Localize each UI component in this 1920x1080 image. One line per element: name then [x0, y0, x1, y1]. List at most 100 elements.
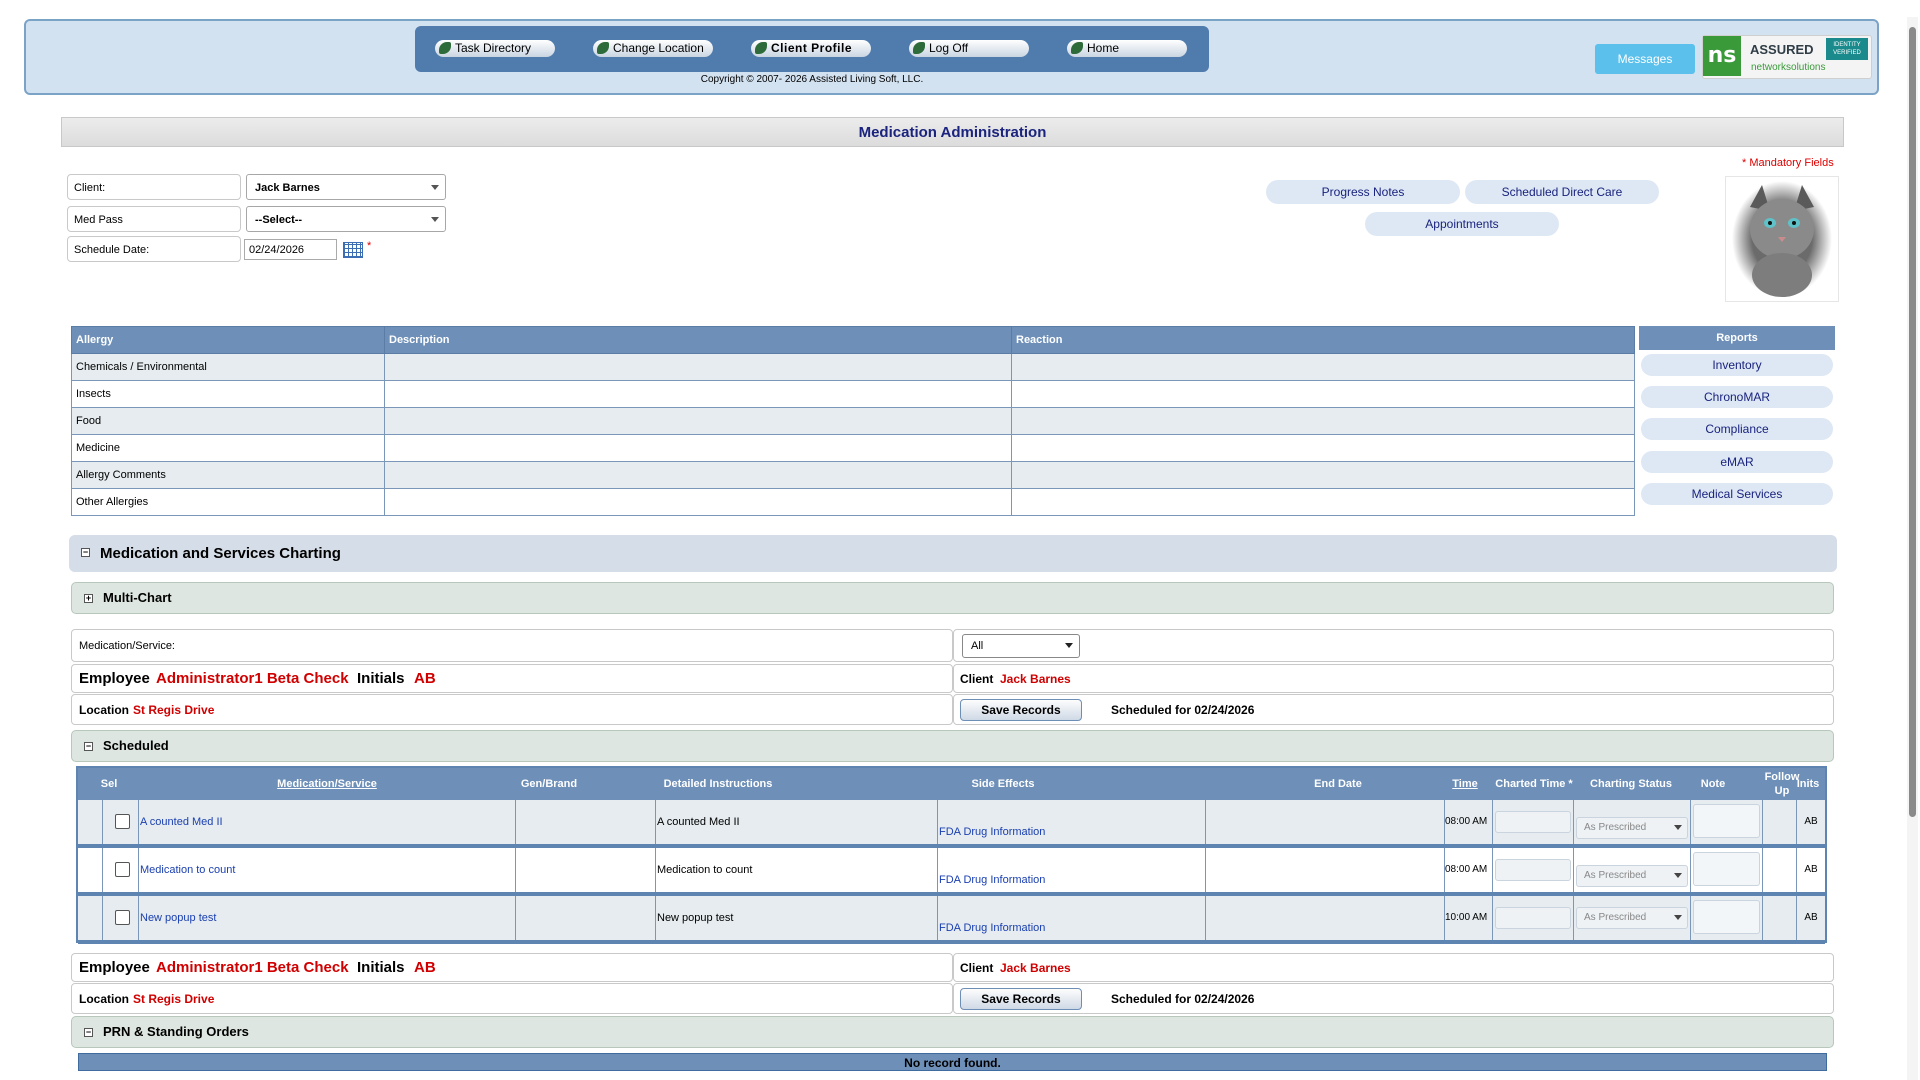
charted-time-cell	[1493, 896, 1574, 940]
medication-link[interactable]: New popup test	[139, 896, 516, 940]
medication-filter-select[interactable]: All	[962, 634, 1080, 658]
col-instructions: Detailed Instructions	[663, 778, 773, 790]
save-records-button[interactable]: Save Records	[960, 699, 1082, 721]
collapse-icon[interactable]: −	[81, 548, 90, 557]
sel-cell	[103, 896, 139, 940]
chevron-down-icon	[431, 217, 439, 222]
table-row: A counted Med II A counted Med II FDA Dr…	[78, 800, 1825, 848]
nav-client-profile[interactable]: Client Profile	[751, 40, 871, 57]
col-side-effects: Side Effects	[971, 778, 1035, 790]
scheduled-direct-care-link[interactable]: Scheduled Direct Care	[1465, 180, 1659, 204]
time-cell: 08:00 AM	[1445, 848, 1493, 892]
initials-value: AB	[414, 670, 436, 687]
medpass-select[interactable]: --Select--	[246, 206, 446, 232]
table-row: Medicine	[71, 434, 1635, 462]
row-checkbox[interactable]	[115, 814, 130, 829]
chevron-down-icon	[1065, 643, 1073, 648]
nav-change-location[interactable]: Change Location	[593, 40, 713, 57]
location-name: St Regis Drive	[133, 992, 215, 1006]
schedule-date-input[interactable]: 02/24/2026	[244, 239, 337, 260]
expand-icon[interactable]: +	[84, 594, 93, 603]
messages-button[interactable]: Messages	[1595, 44, 1695, 74]
scrollbar-thumb[interactable]	[1909, 27, 1916, 817]
appointments-link[interactable]: Appointments	[1365, 212, 1559, 236]
initials-label: Initials	[357, 959, 405, 976]
leaf-icon	[439, 42, 451, 54]
status-value: As Prescribed	[1584, 912, 1647, 923]
charting-section-header[interactable]: − Medication and Services Charting	[69, 535, 1837, 572]
client-cell: Client Jack Barnes	[953, 664, 1834, 693]
chevron-down-icon	[1674, 915, 1682, 920]
instructions-cell: New popup test	[656, 896, 938, 940]
charting-status-select[interactable]: As Prescribed	[1576, 865, 1688, 887]
note-cell	[1691, 800, 1763, 844]
multi-chart-section[interactable]: + Multi-Chart	[71, 582, 1834, 614]
status-cell: As Prescribed	[1574, 896, 1691, 940]
note-textarea[interactable]	[1693, 852, 1760, 886]
col-medication[interactable]: Medication/Service	[140, 768, 514, 800]
save-cell: Save Records Scheduled for 02/24/2026	[953, 983, 1834, 1014]
time-cell: 10:00 AM	[1445, 896, 1493, 940]
report-inventory[interactable]: Inventory	[1641, 354, 1833, 376]
col-sel: Sel	[100, 778, 118, 790]
nav-home[interactable]: Home	[1067, 40, 1187, 57]
report-medical-services[interactable]: Medical Services	[1641, 483, 1833, 505]
location-name: St Regis Drive	[133, 703, 215, 717]
allergy-reaction	[1011, 488, 1635, 516]
medication-link[interactable]: Medication to count	[139, 848, 516, 892]
filter-select-cell: All	[953, 629, 1834, 662]
row-checkbox[interactable]	[115, 862, 130, 877]
allergy-name: Other Allergies	[71, 488, 385, 516]
progress-notes-link[interactable]: Progress Notes	[1266, 180, 1460, 204]
report-compliance[interactable]: Compliance	[1641, 418, 1833, 440]
table-row: Allergy Comments	[71, 461, 1635, 489]
filter-value: All	[971, 640, 984, 652]
save-records-button[interactable]: Save Records	[960, 988, 1082, 1010]
mandatory-note: * Mandatory Fields	[1742, 157, 1834, 169]
nav-log-off[interactable]: Log Off	[909, 40, 1029, 57]
leaf-icon	[1071, 42, 1083, 54]
col-time[interactable]: Time	[1445, 768, 1485, 800]
note-textarea[interactable]	[1693, 900, 1760, 934]
nav-task-directory[interactable]: Task Directory	[435, 40, 555, 57]
note-cell	[1691, 896, 1763, 940]
row-spacer	[78, 848, 103, 892]
location-label: Location	[79, 703, 129, 717]
instructions-cell: A counted Med II	[656, 800, 938, 844]
allergy-table: Allergy Description Reaction Chemicals /…	[71, 326, 1635, 516]
allergy-reaction	[1011, 434, 1635, 462]
charted-time-input[interactable]	[1495, 811, 1571, 833]
time-cell: 08:00 AM	[1445, 800, 1493, 844]
instructions-cell: Medication to count	[656, 848, 938, 892]
required-marker: *	[367, 240, 372, 252]
allergy-description	[384, 488, 1012, 516]
collapse-icon[interactable]: −	[84, 742, 93, 751]
allergy-reaction	[1011, 461, 1635, 489]
nav-label: Task Directory	[455, 41, 532, 55]
badge-name: networksolutions	[1751, 62, 1826, 73]
col-end-date: End Date	[1314, 778, 1362, 790]
allergy-header: Allergy	[71, 326, 385, 354]
note-textarea[interactable]	[1693, 804, 1760, 838]
client-select[interactable]: Jack Barnes	[246, 174, 446, 200]
leaf-icon	[755, 42, 767, 54]
row-checkbox[interactable]	[115, 910, 130, 925]
medication-link[interactable]: A counted Med II	[139, 800, 516, 844]
collapse-icon[interactable]: −	[84, 1028, 93, 1037]
fda-link[interactable]: FDA Drug Information	[939, 906, 1045, 950]
employee-label: Employee	[79, 959, 150, 976]
prn-section[interactable]: − PRN & Standing Orders	[71, 1016, 1834, 1048]
report-emar[interactable]: eMAR	[1641, 451, 1833, 473]
side-effects-cell: FDA Drug Information	[938, 800, 1206, 844]
charted-time-input[interactable]	[1495, 907, 1571, 929]
allergy-reaction	[1011, 407, 1635, 435]
badge-assured: ASSURED	[1750, 42, 1814, 57]
charted-time-cell	[1493, 800, 1574, 844]
calendar-icon[interactable]	[343, 242, 363, 258]
charting-status-select[interactable]: As Prescribed	[1576, 907, 1688, 929]
reports-header: Reports	[1639, 326, 1835, 350]
report-chronomar[interactable]: ChronoMAR	[1641, 386, 1833, 408]
charting-status-select[interactable]: As Prescribed	[1576, 817, 1688, 839]
scheduled-section[interactable]: − Scheduled	[71, 730, 1834, 762]
charted-time-input[interactable]	[1495, 859, 1571, 881]
